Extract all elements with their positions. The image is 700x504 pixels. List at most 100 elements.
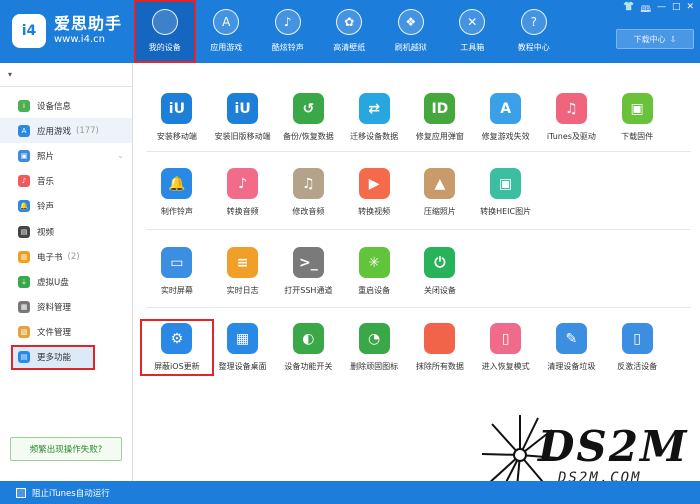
appleid-icon: ID xyxy=(424,93,456,124)
tool-migrate[interactable]: ⇄ 迁移设备数据 xyxy=(341,93,407,142)
sidebar-item-info[interactable]: i 设备信息 xyxy=(0,93,132,118)
tool-erase[interactable]: 抹除所有数据 xyxy=(407,323,473,372)
nav-tab-5[interactable]: ✕ 工具箱 xyxy=(442,0,504,63)
nav-tab-label: 我的设备 xyxy=(148,43,181,52)
tool-label: 反激活设备 xyxy=(617,362,658,371)
menu-icon[interactable]: 🕮 xyxy=(640,2,651,18)
edit-audio-icon: ♫ xyxy=(292,168,324,199)
sidebar-item-music[interactable]: ♪ 音乐 xyxy=(0,169,132,194)
nav-tab-label: 教程中心 xyxy=(517,43,550,52)
tool-recovery[interactable]: ▯ 进入恢复模式 xyxy=(473,323,539,372)
screen-icon: ▭ xyxy=(161,247,193,278)
tool-appstore-fix[interactable]: A 修复游戏失效 xyxy=(473,93,539,142)
nav-tab-label: 刷机越狱 xyxy=(394,43,427,52)
tool-firmware[interactable]: ▣ 下载固件 xyxy=(604,93,670,142)
tool-deactivate[interactable]: ▯ 反激活设备 xyxy=(604,323,670,372)
tool-label: 安装移动端 xyxy=(156,132,197,141)
sidebar-item-bell[interactable]: 🔔 铃声 xyxy=(0,194,132,219)
chevron-down-icon[interactable]: ⌄ xyxy=(117,151,124,160)
tool-power[interactable]: ⏻ 关闭设备 xyxy=(407,247,473,296)
sidebar-item-app[interactable]: A 应用游戏 (177) xyxy=(0,118,132,144)
bell-icon: ♪ xyxy=(274,9,301,35)
nav-tab-3[interactable]: ✿ 高清壁纸 xyxy=(319,0,381,63)
help-link[interactable]: 频繁出现操作失败? xyxy=(10,437,122,461)
nav-tab-6[interactable]: ? 教程中心 xyxy=(503,0,565,63)
tool-edit-audio[interactable]: ♫ 修改音频 xyxy=(276,168,342,217)
tool-label: 修改音频 xyxy=(292,207,325,216)
tool-ssh[interactable]: >_ 打开SSH通道 xyxy=(276,247,342,296)
tools-row-1: iU 安装移动端 iU 安装旧版移动端 ↺ 备份/恢复数据 ⇄ 迁移设备数据 ID 修复应用弹窗 A… xyxy=(144,93,692,142)
maximize-icon[interactable]: □ xyxy=(672,2,681,18)
device-selector[interactable]: ▾ xyxy=(0,63,132,87)
tool-video-convert[interactable]: ▶ 转换视频 xyxy=(341,168,407,217)
tool-audio[interactable]: ♪ 转换音频 xyxy=(210,168,276,217)
skin-icon[interactable]: 👕 xyxy=(623,2,634,18)
nav-tab-1[interactable]: A 应用游戏 xyxy=(196,0,258,63)
tool-label: 重启设备 xyxy=(358,286,391,295)
heic-icon: ▣ xyxy=(490,168,522,199)
divider xyxy=(146,229,691,230)
appstore-icon: A xyxy=(213,9,240,35)
tool-screen[interactable]: ▭ 实时屏幕 xyxy=(144,247,210,296)
tool-label: 进入恢复模式 xyxy=(481,362,530,371)
divider xyxy=(146,307,691,308)
tool-label: 备份/恢复数据 xyxy=(283,132,334,141)
sidebar-item-book[interactable]: ▥ 电子书 (2) xyxy=(0,244,132,269)
tool-i4-old[interactable]: iU 安装旧版移动端 xyxy=(210,93,276,142)
tool-switch[interactable]: ◐ 设备功能开关 xyxy=(276,323,342,372)
video-convert-icon: ▶ xyxy=(358,168,390,199)
tool-itunes[interactable]: ♫ iTunes及驱动 xyxy=(539,93,605,142)
photo-icon: ▣ xyxy=(18,149,30,162)
tool-delete[interactable]: ◔ 删除顽固图标 xyxy=(341,323,407,372)
sidebar-item-more[interactable]: ▤ 更多功能 xyxy=(11,344,95,371)
tool-label: 整理设备桌面 xyxy=(218,362,267,371)
tool-label: 压缩照片 xyxy=(423,207,456,216)
tool-desktop[interactable]: ▦ 整理设备桌面 xyxy=(210,323,276,372)
compress-photo-icon: ▲ xyxy=(424,168,456,199)
tool-appleid[interactable]: ID 修复应用弹窗 xyxy=(407,93,473,142)
sidebar-item-label: 更多功能 xyxy=(37,353,72,364)
tool-log[interactable]: ≡ 实时日志 xyxy=(210,247,276,296)
delete-icon: ◔ xyxy=(358,323,390,354)
close-icon[interactable]: ✕ xyxy=(686,2,694,18)
tool-backup[interactable]: ↺ 备份/恢复数据 xyxy=(276,93,342,142)
ssh-icon: >_ xyxy=(292,247,324,278)
block-itunes-checkbox[interactable] xyxy=(16,487,26,498)
sidebar-item-file[interactable]: ▧ 文件管理 xyxy=(0,320,132,345)
tool-label: 清理设备垃圾 xyxy=(547,362,596,371)
app-name: 爱思助手 xyxy=(54,14,123,33)
tool-heic[interactable]: ▣ 转换HEIC图片 xyxy=(473,168,539,217)
tool-clean[interactable]: ✎ 清理设备垃圾 xyxy=(539,323,605,372)
sidebar: ▾ i 设备信息 A 应用游戏 (177) ▣ 照片 ⌄ ♪ 音乐 🔔 铃声 ▤ 视频 ▥ 电子书 (2) ⇣ 虚拟… xyxy=(0,63,133,504)
sidebar-item-contacts[interactable]: ▦ 资料管理 xyxy=(0,295,132,320)
tool-i4-install[interactable]: iU 安装移动端 xyxy=(144,93,210,142)
sidebar-item-count: (2) xyxy=(67,251,80,262)
tool-label: 修复应用弹窗 xyxy=(415,132,464,141)
tool-ringtone[interactable]: 🔔 制作铃声 xyxy=(144,168,210,217)
switch-icon: ◐ xyxy=(292,323,324,354)
tools-icon: ✕ xyxy=(459,9,486,35)
tool-block-update[interactable]: ⚙ 屏蔽iOS更新 xyxy=(140,319,214,376)
tool-label: 实时日志 xyxy=(226,286,259,295)
nav-tab-0[interactable]: 我的设备 xyxy=(134,0,196,63)
nav-tab-4[interactable]: ❖ 刷机越狱 xyxy=(380,0,442,63)
tool-label: 转换音频 xyxy=(226,207,259,216)
migrate-icon: ⇄ xyxy=(358,93,390,124)
app-url: www.i4.cn xyxy=(54,34,105,45)
sidebar-item-label: 文件管理 xyxy=(37,328,72,339)
tool-compress-photo[interactable]: ▲ 压缩照片 xyxy=(407,168,473,217)
minimize-icon[interactable]: — xyxy=(657,2,666,18)
sidebar-item-video[interactable]: ▤ 视频 xyxy=(0,219,132,244)
book-icon: ▥ xyxy=(18,250,30,263)
sidebar-item-usb[interactable]: ⇣ 虚拟U盘 xyxy=(0,269,132,294)
nav-tab-label: 应用游戏 xyxy=(210,43,243,52)
i4-install-icon: iU xyxy=(161,93,193,124)
sidebar-item-label: 照片 xyxy=(37,151,55,162)
nav-tab-2[interactable]: ♪ 酷炫铃声 xyxy=(257,0,319,63)
download-center-button[interactable]: 下载中心 ⇩ xyxy=(616,29,694,49)
audio-icon: ♪ xyxy=(227,168,259,199)
appstore-fix-icon: A xyxy=(490,93,522,124)
tool-restart[interactable]: ✳ 重启设备 xyxy=(341,247,407,296)
watermark-text: DS2M xyxy=(538,422,689,471)
sidebar-item-photo[interactable]: ▣ 照片 ⌄ xyxy=(0,143,132,168)
